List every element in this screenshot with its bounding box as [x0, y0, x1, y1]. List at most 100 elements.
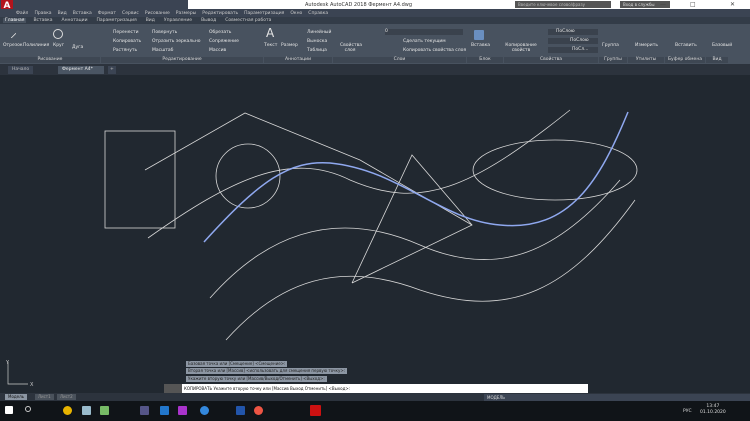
- menu-item[interactable]: Вид: [58, 11, 67, 16]
- word-icon[interactable]: [236, 406, 245, 415]
- language-indicator[interactable]: РУС: [683, 409, 692, 414]
- firefox-icon[interactable]: [254, 406, 263, 415]
- command-close-icon[interactable]: [164, 384, 182, 393]
- selected-spline[interactable]: [203, 111, 629, 243]
- menu-item[interactable]: Файл: [16, 11, 28, 16]
- color-dropdown[interactable]: ПоСлою: [548, 29, 598, 35]
- quick-access-toolbar[interactable]: [0, 0, 188, 9]
- table-button[interactable]: Таблица: [307, 48, 327, 53]
- paste-button[interactable]: Вставить: [675, 43, 697, 48]
- linear-button[interactable]: Линейный: [307, 30, 331, 35]
- tab-annotate[interactable]: Аннотации: [60, 18, 90, 23]
- base-view-button[interactable]: Базовый: [712, 43, 732, 48]
- app-icon[interactable]: [160, 406, 169, 415]
- insert-button[interactable]: Вставка: [471, 43, 490, 48]
- panel-modify-title[interactable]: Редактирование: [101, 57, 263, 63]
- model-space-button[interactable]: МОДЕЛЬ: [487, 395, 505, 400]
- tab-output[interactable]: Вывод: [199, 18, 218, 23]
- dimension-button[interactable]: Размер: [281, 43, 298, 48]
- tab-insert[interactable]: Вставка: [31, 18, 54, 23]
- tab-parametric[interactable]: Параметризация: [95, 18, 139, 23]
- tab-collaborate[interactable]: Совместная работа: [223, 18, 273, 23]
- ellipse[interactable]: [472, 139, 638, 201]
- measure-button[interactable]: Измерить: [635, 43, 658, 48]
- file-tab-start[interactable]: Начало: [8, 66, 34, 74]
- minimize-icon[interactable]: —: [660, 1, 666, 8]
- trim-button[interactable]: Обрезать: [209, 30, 231, 35]
- clock[interactable]: 13:47 01.10.2020: [700, 404, 726, 416]
- menu-item[interactable]: Формат: [98, 11, 116, 16]
- menu-item[interactable]: Рисование: [145, 11, 170, 16]
- panel-view-title[interactable]: Вид: [706, 57, 728, 63]
- triangle[interactable]: [351, 154, 473, 284]
- polyline-button[interactable]: Полилиния: [23, 43, 49, 48]
- maximize-icon[interactable]: □: [690, 1, 696, 8]
- panel-layers-title[interactable]: Слои: [333, 57, 466, 63]
- date: 01.10.2020: [700, 410, 726, 415]
- menu-item[interactable]: Параметризация: [244, 11, 284, 16]
- mirror-button[interactable]: Отразить зеркально: [152, 39, 201, 44]
- app-icon[interactable]: [200, 406, 209, 415]
- tab-layout1[interactable]: Лист1: [35, 394, 54, 400]
- tab-model[interactable]: Модель: [5, 394, 28, 400]
- scale-button[interactable]: Масштаб: [152, 48, 173, 53]
- layer-dropdown[interactable]: 0: [385, 29, 463, 35]
- search-input[interactable]: Введите ключевое слово/фразу: [515, 1, 611, 8]
- menu-item[interactable]: Редактировать: [202, 11, 238, 16]
- circle-button[interactable]: Круг: [53, 43, 64, 48]
- make-current-button[interactable]: Сделать текущим: [403, 39, 446, 44]
- lineweight-dropdown[interactable]: ПоСл...: [548, 47, 598, 53]
- command-history-line: Вторая точка или [Массив] <использовать …: [186, 368, 348, 374]
- rotate-button[interactable]: Повернуть: [152, 30, 177, 35]
- fillet-button[interactable]: Сопряжение: [209, 39, 239, 44]
- panel-draw-title[interactable]: Рисование: [0, 57, 100, 63]
- match-properties-button[interactable]: Копирование свойств: [505, 43, 537, 53]
- ucs-y-label: Y: [5, 360, 10, 366]
- panel-block-title[interactable]: Блок: [467, 57, 503, 63]
- new-tab-icon[interactable]: +: [108, 66, 116, 74]
- panel-clipboard-title[interactable]: Буфер обмена: [665, 57, 705, 63]
- layer-properties-button[interactable]: Свойства слоя: [340, 43, 362, 53]
- menu-item[interactable]: Окно: [290, 11, 302, 16]
- line-button[interactable]: Отрезок: [3, 43, 23, 48]
- panel-properties-title[interactable]: Свойства: [504, 57, 598, 63]
- app-icon[interactable]: [178, 406, 187, 415]
- rectangle[interactable]: [104, 130, 176, 229]
- panel-utilities-title[interactable]: Утилиты: [628, 57, 664, 63]
- app-icon[interactable]: [100, 406, 109, 415]
- array-button[interactable]: Массив: [209, 48, 226, 53]
- spline-curve[interactable]: [147, 109, 571, 239]
- command-input[interactable]: КОПИРОВАТЬ Укажите вторую точку или [Мас…: [164, 384, 588, 393]
- windows-start-icon[interactable]: [5, 406, 13, 414]
- copy-button[interactable]: Копировать: [113, 39, 141, 44]
- app-icon[interactable]: [82, 406, 91, 415]
- stretch-button[interactable]: Растянуть: [113, 48, 137, 53]
- linetype-dropdown[interactable]: ПоСлою: [548, 38, 598, 44]
- match-layer-button[interactable]: Копировать свойства слоя: [403, 48, 466, 53]
- group-button[interactable]: Группа: [602, 43, 619, 48]
- panel-annotation-title[interactable]: Аннотации: [264, 57, 332, 63]
- menu-item[interactable]: Сервис: [122, 11, 139, 16]
- leader-button[interactable]: Выноска: [307, 39, 327, 44]
- tab-manage[interactable]: Управление: [162, 18, 194, 23]
- tab-layout2[interactable]: Лист2: [57, 394, 76, 400]
- file-tab-drawing[interactable]: Фермент А4*: [58, 66, 104, 74]
- menu-item[interactable]: Вставка: [73, 11, 92, 16]
- arc-button[interactable]: Дуга: [72, 45, 83, 50]
- text-button[interactable]: Текст: [264, 43, 277, 48]
- panel-groups-title[interactable]: Группы: [599, 57, 627, 63]
- tab-home[interactable]: Главная: [3, 18, 27, 23]
- search-icon[interactable]: [25, 406, 31, 412]
- close-icon[interactable]: ✕: [730, 1, 735, 8]
- move-button[interactable]: Перенести: [113, 30, 139, 35]
- menu-bar: Файл Правка Вид Вставка Формат Сервис Ри…: [0, 9, 750, 17]
- menu-item[interactable]: Правка: [34, 11, 51, 16]
- autocad-taskbar-icon[interactable]: [310, 405, 321, 416]
- tab-view[interactable]: Вид: [144, 18, 157, 23]
- app-icon[interactable]: [63, 406, 72, 415]
- app-icon[interactable]: [140, 406, 149, 415]
- menu-item[interactable]: Справка: [308, 11, 328, 16]
- drawing-canvas[interactable]: Y X: [0, 75, 750, 393]
- spline-curve[interactable]: [225, 199, 636, 341]
- menu-item[interactable]: Размеры: [176, 11, 196, 16]
